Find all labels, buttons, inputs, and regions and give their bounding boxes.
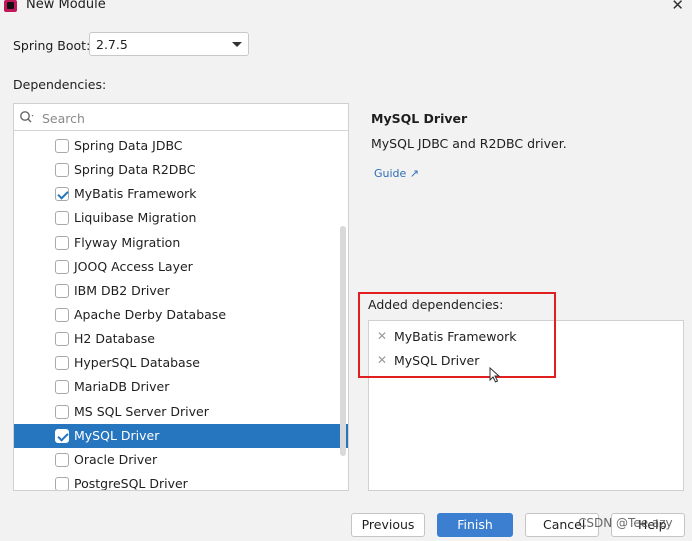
dependency-label: HyperSQL Database [74, 355, 200, 371]
dependency-checkbox[interactable] [55, 235, 69, 250]
dependency-checkbox[interactable] [55, 307, 69, 322]
dependency-item[interactable]: Liquibase Migration [14, 206, 348, 230]
dependencies-label: Dependencies: [13, 77, 107, 92]
dependency-checkbox[interactable] [55, 428, 69, 443]
dependency-label: Spring Data JDBC [74, 138, 183, 153]
dependency-label: Oracle Driver [74, 451, 158, 467]
dependency-checkbox[interactable] [55, 356, 69, 371]
search-bar [14, 104, 348, 131]
dependency-item[interactable]: HyperSQL Database [14, 351, 348, 375]
watermark-text: CSDN @Tee azy [578, 516, 673, 530]
dependency-checkbox[interactable] [55, 259, 69, 274]
dependency-checkbox[interactable] [55, 380, 69, 395]
dependency-item[interactable]: IBM DB2 Driver [14, 279, 348, 303]
dependency-label: IBM DB2 Driver [74, 282, 170, 298]
dependency-item[interactable]: Apache Derby Database [14, 303, 348, 327]
dependency-item[interactable]: Oracle Driver [14, 448, 348, 472]
dependency-item[interactable]: H2 Database [14, 327, 348, 351]
dependency-checkbox[interactable] [55, 476, 69, 490]
guide-link[interactable]: Guide ↗ [374, 167, 419, 180]
dependency-label: MS SQL Server Driver [74, 403, 209, 419]
dependency-item[interactable]: PostgreSQL Driver [14, 472, 348, 491]
dependency-label: MyBatis Framework [74, 186, 197, 202]
dependency-checkbox[interactable] [55, 139, 69, 153]
intellij-app-icon [4, 0, 17, 12]
dependency-label: MariaDB Driver [74, 379, 170, 395]
dependencies-list: Spring Data JDBC Spring Data R2DBC MyBatis… [14, 134, 348, 491]
dependency-label: MySQL Driver [74, 427, 160, 443]
detail-description: MySQL JDBC and R2DBC driver. [371, 136, 567, 151]
search-input[interactable] [42, 108, 332, 128]
window-title: New Module [26, 0, 106, 12]
dependency-checkbox[interactable] [55, 211, 69, 226]
dependency-checkbox[interactable] [55, 332, 69, 347]
dependency-item[interactable]: Spring Data JDBC [14, 134, 348, 158]
dependency-label: Flyway Migration [74, 234, 181, 250]
dependency-checkbox[interactable] [55, 452, 69, 467]
dependency-checkbox[interactable] [55, 283, 69, 298]
dependency-item[interactable]: MariaDB Driver [14, 375, 348, 399]
dependencies-list-panel: Spring Data JDBC Spring Data R2DBC MyBatis… [13, 103, 349, 491]
dependency-checkbox[interactable] [55, 187, 69, 202]
spring-boot-version-select[interactable]: 2.7.5 [89, 32, 249, 56]
dependency-item[interactable]: Flyway Migration [14, 231, 348, 255]
dependency-item[interactable]: MS SQL Server Driver [14, 400, 348, 424]
previous-button[interactable]: Previous [351, 513, 425, 537]
dependency-label: PostgreSQL Driver [74, 475, 188, 491]
dependency-checkbox[interactable] [55, 404, 69, 419]
detail-title: MySQL Driver [371, 111, 468, 126]
chevron-down-icon [232, 42, 242, 47]
dependency-item[interactable]: JOOQ Access Layer [14, 255, 348, 279]
dependency-label: H2 Database [74, 331, 155, 347]
spring-boot-label: Spring Boot: [13, 38, 91, 53]
dependency-label: JOOQ Access Layer [74, 258, 193, 274]
scrollbar-thumb[interactable] [340, 226, 346, 456]
dependency-label: Apache Derby Database [74, 306, 227, 322]
title-bar: New Module ✕ [0, 0, 692, 16]
dependency-label: Liquibase Migration [74, 210, 197, 226]
dependency-item[interactable]: Spring Data R2DBC [14, 158, 348, 182]
dependency-checkbox[interactable] [55, 163, 69, 178]
search-icon[interactable] [19, 110, 35, 124]
dependency-item[interactable]: MySQL Driver [14, 423, 348, 448]
dependency-item[interactable]: MyBatis Framework [14, 182, 348, 206]
annotation-highlight-box [358, 292, 556, 378]
dependency-label: Spring Data R2DBC [74, 162, 196, 178]
spring-boot-version-value: 2.7.5 [96, 37, 128, 52]
finish-button[interactable]: Finish [437, 513, 513, 537]
mouse-cursor-icon [489, 367, 501, 383]
close-icon[interactable]: ✕ [671, 0, 684, 14]
